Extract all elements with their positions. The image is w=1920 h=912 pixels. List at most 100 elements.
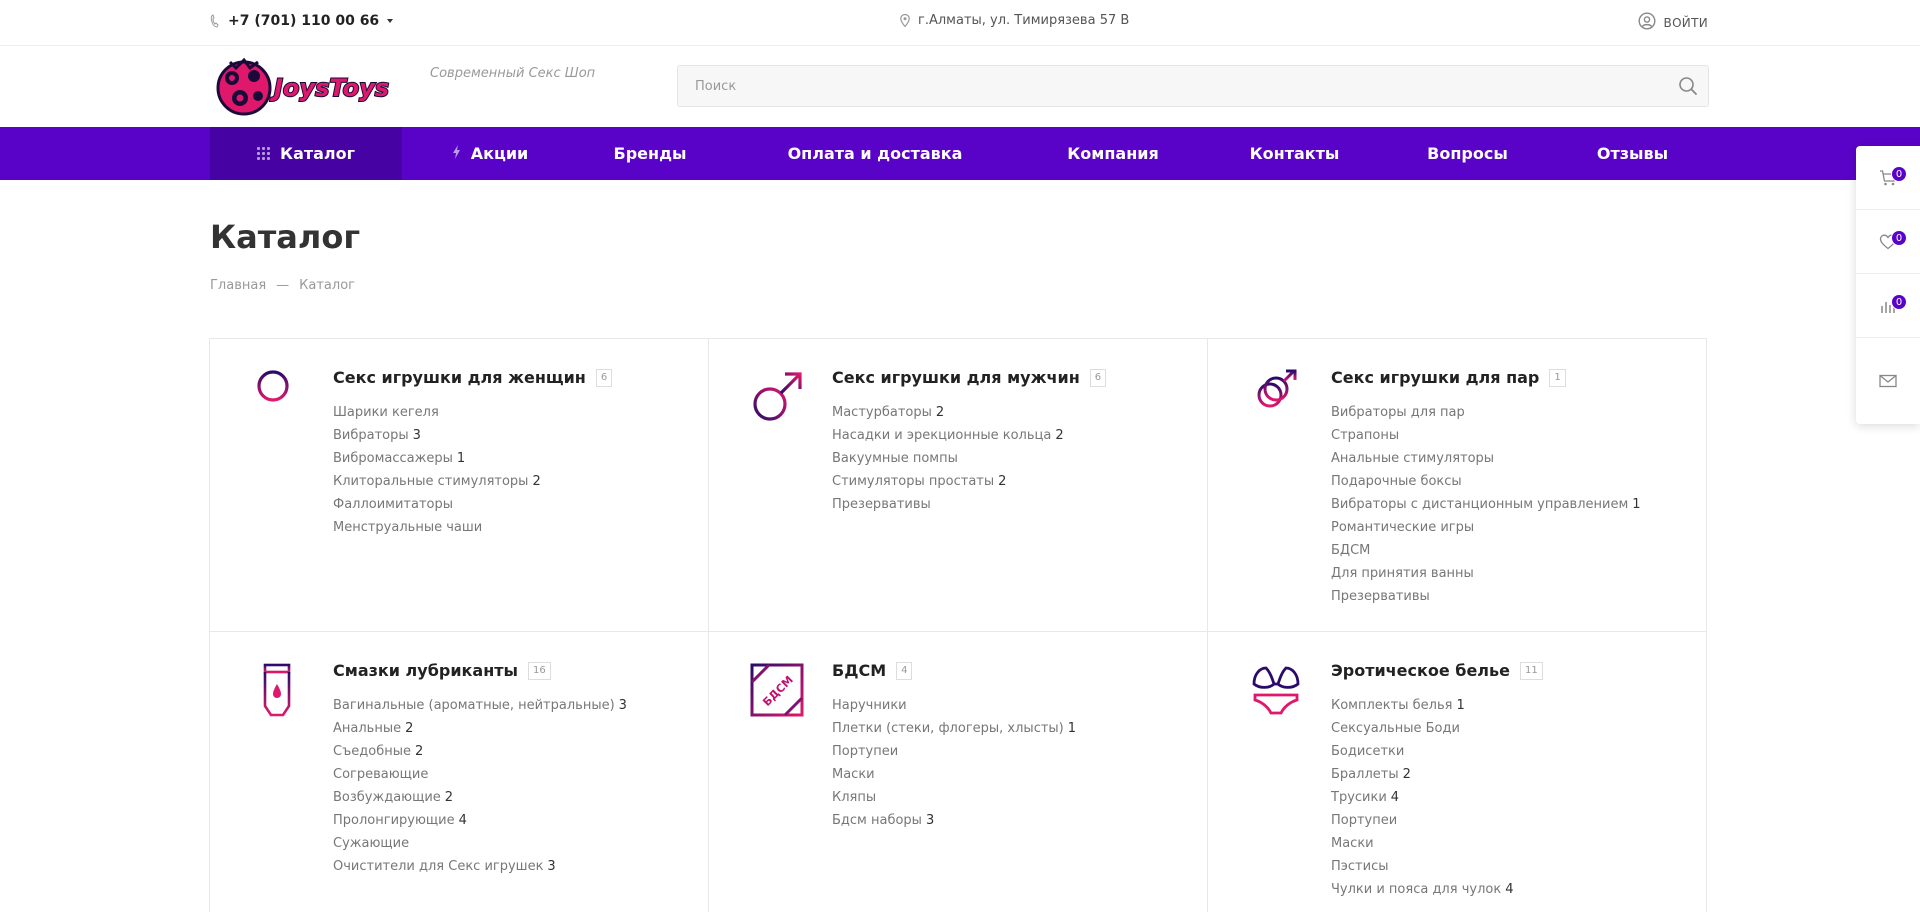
subcategory-link[interactable]: Бдсм наборы 3: [832, 809, 1076, 832]
category-count-badge: 4: [896, 661, 913, 680]
subcategory-link[interactable]: Сужающие: [333, 832, 627, 855]
lingerie-icon[interactable]: [1248, 662, 1304, 718]
subcategory-link[interactable]: БДСМ: [1331, 539, 1641, 562]
subcategory-link[interactable]: Страпоны: [1331, 424, 1641, 447]
subcategory-link[interactable]: Вибромассажеры 1: [333, 447, 541, 470]
nav-item-payment-delivery[interactable]: Оплата и доставка: [780, 127, 970, 180]
subcategory-link[interactable]: Пролонгирующие 4: [333, 809, 627, 832]
nav-item-promotions[interactable]: Акции: [440, 127, 540, 180]
nav-label: Отзывы: [1596, 144, 1669, 163]
subcategory-link[interactable]: Насадки и эрекционные кольца 2: [832, 424, 1064, 447]
subcategory-list: Наручники Плетки (стеки, флогеры, хлысты…: [832, 694, 1076, 832]
subcategory-link[interactable]: Презервативы: [832, 493, 1064, 516]
subcategory-link[interactable]: Анальные 2: [333, 717, 627, 740]
site-slogan: Современный Секс Шоп: [430, 66, 596, 81]
nav-item-contacts[interactable]: Контакты: [1242, 127, 1347, 180]
bdsm-stamp-icon[interactable]: БДСМ: [749, 662, 805, 718]
category-title[interactable]: Секс игрушки для женщин 6: [333, 368, 613, 387]
subcategory-link[interactable]: Романтические игры: [1331, 516, 1641, 539]
subcategory-link[interactable]: Бодисетки: [1331, 740, 1513, 763]
subcategory-link[interactable]: Маски: [1331, 832, 1513, 855]
phone-link[interactable]: +7 (701) 110 00 66: [210, 13, 394, 29]
category-title[interactable]: Секс игрушки для мужчин 6: [832, 368, 1107, 387]
location-pin-icon: [900, 14, 910, 27]
subcategory-list: Шарики кегеля Вибраторы 3 Вибромассажеры 1…: [333, 401, 541, 539]
category-title[interactable]: Смазки лубриканты 16: [333, 661, 551, 680]
mail-icon: [1879, 374, 1897, 388]
couple-symbol-icon[interactable]: [1248, 369, 1304, 425]
subcategory-link[interactable]: Съедобные 2: [333, 740, 627, 763]
category-count-badge: 1: [1549, 368, 1566, 387]
female-symbol-icon[interactable]: [250, 369, 306, 425]
page-title: Каталог: [210, 218, 361, 256]
subcategory-link[interactable]: Трусики 4: [1331, 786, 1513, 809]
nav-label: Каталог: [279, 144, 355, 163]
subcategory-link[interactable]: Стимуляторы простаты 2: [832, 470, 1064, 493]
subcategory-link[interactable]: Шарики кегеля: [333, 401, 541, 424]
subcategory-link[interactable]: Менструальные чаши: [333, 516, 541, 539]
floating-side-panel: 0 0 0: [1856, 146, 1920, 424]
subcategory-link[interactable]: Анальные стимуляторы: [1331, 447, 1641, 470]
nav-item-reviews[interactable]: Отзывы: [1590, 127, 1675, 180]
subcategory-link[interactable]: Презервативы: [1331, 585, 1641, 608]
svg-text:БДСМ: БДСМ: [760, 673, 795, 708]
login-button[interactable]: ВОЙТИ: [1638, 12, 1708, 33]
top-bar: +7 (701) 110 00 66 г.Алматы, ул. Тимиряз…: [0, 0, 1920, 46]
subcategory-link[interactable]: Портупеи: [1331, 809, 1513, 832]
subcategory-link[interactable]: Клиторальные стимуляторы 2: [333, 470, 541, 493]
lubricant-tube-icon[interactable]: [250, 662, 306, 718]
category-title[interactable]: Эротическое белье 11: [1331, 661, 1543, 680]
subcategory-link[interactable]: Возбуждающие 2: [333, 786, 627, 809]
subcategory-link[interactable]: Сексуальные Боди: [1331, 717, 1513, 740]
subcategory-link[interactable]: Очистители для Секс игрушек 3: [333, 855, 627, 878]
subcategory-link[interactable]: Портупеи: [832, 740, 1076, 763]
subcategory-list: Комплекты белья 1 Сексуальные Боди Бодисе…: [1331, 694, 1513, 901]
search-input[interactable]: [678, 66, 1708, 106]
subcategory-link[interactable]: Вибраторы для пар: [1331, 401, 1641, 424]
search-box: [677, 65, 1709, 107]
compare-button[interactable]: 0: [1856, 274, 1920, 338]
cart-button[interactable]: 0: [1856, 146, 1920, 210]
site-header: JoysToys Современный Секс Шоп: [0, 47, 1920, 127]
category-title[interactable]: БДСМ 4: [832, 661, 913, 680]
subcategory-link[interactable]: Маски: [832, 763, 1076, 786]
store-address: г.Алматы, ул. Тимирязева 57 В: [900, 13, 1129, 28]
category-title[interactable]: Секс игрушки для пар 1: [1331, 368, 1566, 387]
nav-item-company[interactable]: Компания: [1053, 127, 1173, 180]
nav-item-catalog[interactable]: Каталог: [210, 127, 402, 180]
male-symbol-icon[interactable]: [749, 369, 805, 425]
subcategory-link[interactable]: Пэстисы: [1331, 855, 1513, 878]
subcategory-link[interactable]: Вибраторы 3: [333, 424, 541, 447]
subcategory-list: Мастурбаторы 2 Насадки и эрекционные коль…: [832, 401, 1064, 516]
subcategory-link[interactable]: Браллеты 2: [1331, 763, 1513, 786]
nav-item-faq[interactable]: Вопросы: [1420, 127, 1515, 180]
subcategory-link[interactable]: Кляпы: [832, 786, 1076, 809]
subcategory-link[interactable]: Мастурбаторы 2: [832, 401, 1064, 424]
subcategory-link[interactable]: Вакуумные помпы: [832, 447, 1064, 470]
subcategory-link[interactable]: Фаллоимитаторы: [333, 493, 541, 516]
main-navigation: Каталог Акции Бренды Оплата и доставка К…: [0, 127, 1920, 180]
subcategory-link[interactable]: Плетки (стеки, флогеры, хлысты) 1: [832, 717, 1076, 740]
favorites-button[interactable]: 0: [1856, 210, 1920, 274]
breadcrumb-home[interactable]: Главная: [210, 278, 266, 293]
subcategory-link[interactable]: Чулки и пояса для чулок 4: [1331, 878, 1513, 901]
chevron-down-icon[interactable]: [387, 19, 394, 23]
feedback-button[interactable]: [1856, 338, 1920, 424]
subcategory-link[interactable]: Для принятия ванны: [1331, 562, 1641, 585]
category-count-badge: 16: [528, 661, 551, 680]
subcategory-link[interactable]: Вибраторы с дистанционным управлением 1: [1331, 493, 1641, 516]
site-logo[interactable]: JoysToys: [210, 54, 402, 120]
grid-icon: [256, 147, 270, 160]
category-card-couples: Секс игрушки для пар 1 Вибраторы для пар…: [1207, 339, 1707, 632]
subcategory-link[interactable]: Наручники: [832, 694, 1076, 717]
subcategory-list: Вибраторы для пар Страпоны Анальные стим…: [1331, 401, 1641, 608]
subcategory-link[interactable]: Согревающие: [333, 763, 627, 786]
nav-item-brands[interactable]: Бренды: [600, 127, 700, 180]
category-count-badge: 11: [1519, 661, 1543, 680]
subcategory-link[interactable]: Вагинальные (ароматные, нейтральные) 3: [333, 694, 627, 717]
user-icon: [1638, 12, 1656, 33]
search-icon[interactable]: [1678, 76, 1698, 96]
nav-label: Контакты: [1249, 144, 1340, 163]
subcategory-link[interactable]: Комплекты белья 1: [1331, 694, 1513, 717]
subcategory-link[interactable]: Подарочные боксы: [1331, 470, 1641, 493]
